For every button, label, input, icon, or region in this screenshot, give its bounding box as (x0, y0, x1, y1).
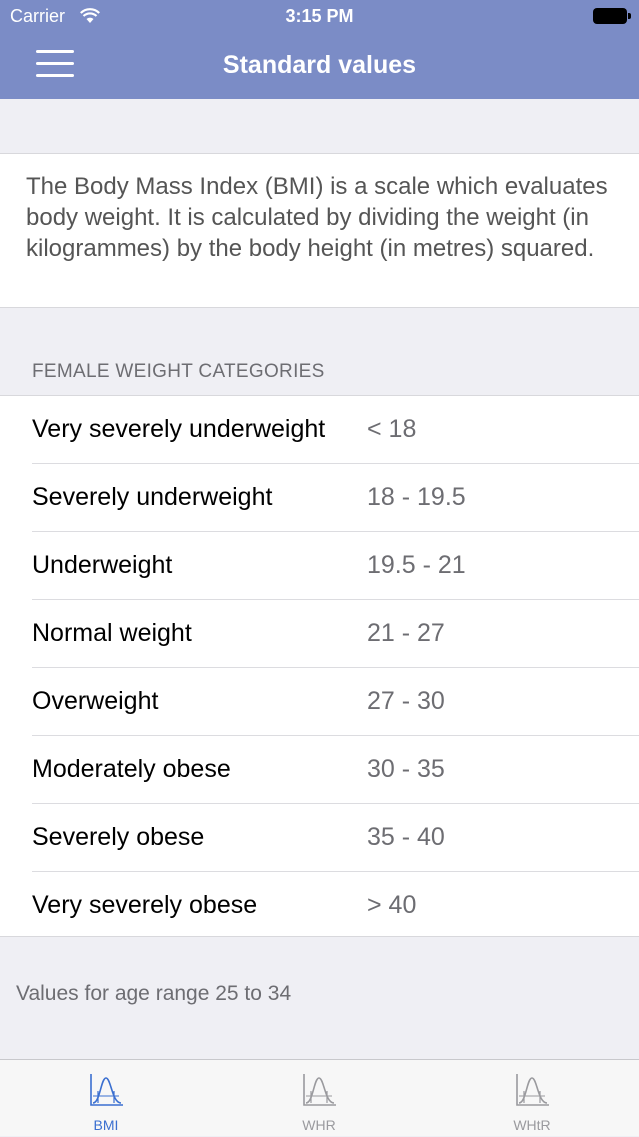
category-name: Very severely obese (32, 891, 258, 919)
category-range: < 18 (367, 415, 417, 443)
page-title: Standard values (222, 51, 417, 79)
category-range: 35 - 40 (367, 823, 445, 851)
table-row: Very severely obese > 40 (32, 872, 639, 940)
category-range: 30 - 35 (367, 755, 445, 783)
tab-label: WHR (302, 1117, 336, 1133)
category-name: Severely underweight (32, 483, 273, 511)
category-name: Underweight (32, 551, 173, 579)
category-name: Very severely underweight (32, 415, 326, 443)
description-text: The Body Mass Index (BMI) is a scale whi… (26, 173, 608, 262)
category-range: > 40 (367, 891, 417, 919)
tab-bmi[interactable]: BMI (46, 1060, 166, 1137)
weight-categories-table: Very severely underweight < 18 Severely … (0, 395, 639, 937)
table-row: Underweight 19.5 - 21 (32, 532, 639, 600)
tab-bar: BMI WHR WHtR (0, 1059, 639, 1136)
table-row: Very severely underweight < 18 (32, 396, 639, 464)
category-name: Moderately obese (32, 755, 231, 783)
status-bar: Carrier 3:15 PM (0, 0, 639, 34)
category-range: 19.5 - 21 (367, 551, 466, 579)
table-row: Severely obese 35 - 40 (32, 804, 639, 872)
tab-label: WHtR (513, 1117, 551, 1133)
whtr-chart-icon (516, 1074, 549, 1106)
navigation-bar: Carrier 3:15 PM Standard values (0, 0, 639, 99)
table-row: Normal weight 21 - 27 (32, 600, 639, 668)
section-header: FEMALE WEIGHT CATEGORIES (32, 361, 325, 382)
tab-whr[interactable]: WHR (259, 1060, 379, 1137)
category-range: 27 - 30 (367, 687, 445, 715)
category-name: Overweight (32, 687, 159, 715)
description-card: The Body Mass Index (BMI) is a scale whi… (0, 153, 639, 308)
bmi-chart-icon (90, 1074, 123, 1106)
table-row: Moderately obese 30 - 35 (32, 736, 639, 804)
category-name: Normal weight (32, 619, 192, 647)
category-name: Severely obese (32, 823, 205, 851)
status-time: 3:15 PM (285, 6, 354, 26)
category-range: 21 - 27 (367, 619, 445, 647)
tab-whtr[interactable]: WHtR (472, 1060, 592, 1137)
whr-chart-icon (303, 1074, 336, 1106)
tab-label: BMI (93, 1117, 119, 1133)
age-range-note: Values for age range 25 to 34 (16, 982, 292, 1005)
battery-icon (593, 8, 631, 24)
table-row: Severely underweight 18 - 19.5 (32, 464, 639, 532)
table-row: Overweight 27 - 30 (32, 668, 639, 736)
category-range: 18 - 19.5 (367, 483, 466, 511)
